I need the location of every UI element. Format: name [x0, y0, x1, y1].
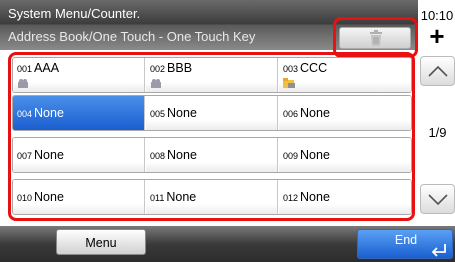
key-row: 004 None 005 None 006 None [12, 95, 412, 131]
key-005-button[interactable]: 005 None [146, 96, 278, 130]
key-name: None [300, 106, 330, 120]
enter-icon [431, 244, 446, 257]
scroll-up-button[interactable] [420, 56, 455, 86]
key-name: None [300, 148, 330, 162]
key-008-button[interactable]: 008 None [146, 138, 278, 172]
key-number: 002 [150, 64, 166, 74]
key-number: 011 [150, 193, 165, 203]
key-name: None [34, 148, 64, 162]
key-number: 007 [17, 151, 33, 161]
trash-icon [370, 30, 382, 46]
menu-button[interactable]: Menu [56, 229, 146, 255]
key-number: 008 [150, 151, 166, 161]
page-indicator: 1/9 [428, 125, 447, 140]
key-name: None [167, 148, 197, 162]
key-row: 001 AAA 002 BBB 003 CCC [12, 57, 412, 93]
key-010-button[interactable]: 010 None [13, 180, 145, 214]
key-number: 003 [283, 64, 299, 74]
key-name: None [34, 190, 64, 204]
key-number: 004 [17, 109, 33, 119]
key-name: CCC [300, 61, 328, 75]
delete-button[interactable] [339, 27, 411, 49]
key-name: AAA [34, 61, 60, 75]
group-icon [18, 79, 28, 88]
screen-subtitle: Address Book/One Touch - One Touch Key [8, 29, 256, 44]
add-button[interactable]: + [419, 23, 455, 49]
screen-title: System Menu/Counter. [8, 6, 141, 21]
key-006-button[interactable]: 006 None [279, 96, 411, 130]
end-button[interactable]: End [357, 229, 453, 259]
key-004-button[interactable]: 004 None [13, 96, 145, 130]
key-name: None [34, 106, 64, 120]
key-011-button[interactable]: 011 None [146, 180, 278, 214]
key-number: 010 [17, 193, 33, 203]
chevron-up-icon [428, 65, 448, 77]
folder-icon [283, 78, 295, 88]
key-row: 010 None 011 None 012 None [12, 179, 412, 215]
key-name: BBB [167, 61, 193, 75]
key-003-button[interactable]: 003 CCC [279, 58, 411, 92]
key-name: None [167, 106, 197, 120]
scroll-down-button[interactable] [420, 184, 455, 214]
key-name: None [166, 190, 197, 204]
chevron-down-icon [428, 194, 448, 206]
key-001-button[interactable]: 001 AAA [13, 58, 145, 92]
key-number: 009 [283, 151, 299, 161]
key-012-button[interactable]: 012 None [279, 180, 411, 214]
key-number: 001 [17, 64, 33, 74]
key-009-button[interactable]: 009 None [279, 138, 411, 172]
group-icon [151, 79, 161, 88]
key-number: 012 [283, 193, 299, 203]
key-name: None [300, 190, 330, 204]
key-number: 006 [283, 109, 299, 119]
key-number: 005 [150, 109, 166, 119]
key-002-button[interactable]: 002 BBB [146, 58, 278, 92]
key-row: 007 None 008 None 009 None [12, 137, 412, 173]
key-007-button[interactable]: 007 None [13, 138, 145, 172]
